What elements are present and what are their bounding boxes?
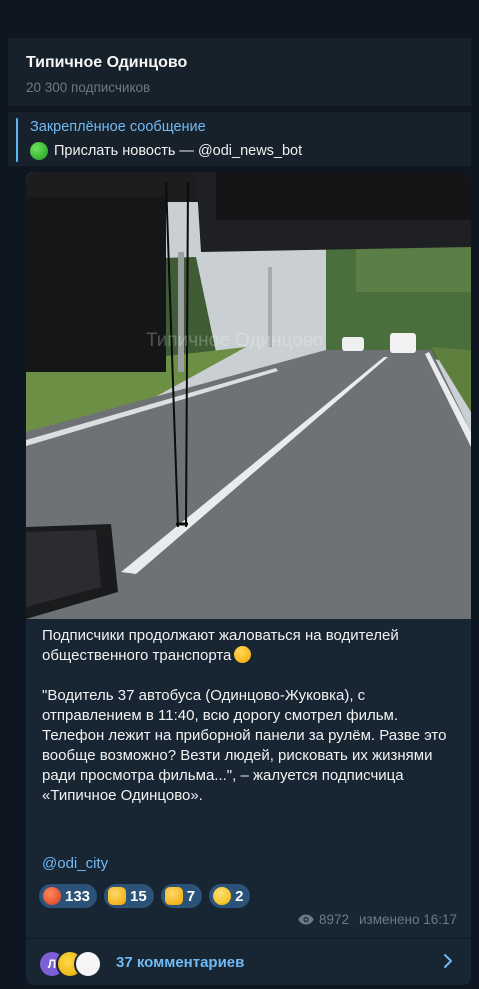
avatar — [74, 950, 102, 978]
post-text: Подписчики продолжают жаловаться на води… — [42, 626, 462, 806]
pinned-indicator-bar — [16, 118, 18, 162]
comments-button[interactable]: Л 37 комментариев — [26, 939, 471, 985]
chevron-right-icon — [444, 954, 452, 968]
bus-windshield-scene — [26, 172, 471, 619]
eye-icon — [298, 914, 314, 925]
raised-eyebrow-face-icon — [234, 646, 252, 663]
channel-header[interactable]: Типичное Одинцово 20 300 подписчиков — [8, 44, 471, 106]
reaction-count: 2 — [235, 887, 244, 905]
post-meta: 8972 изменено 16:17 — [298, 912, 457, 927]
angry-face-icon — [43, 887, 61, 905]
pinned-message[interactable]: Закреплённое сообщение Прислать новость … — [8, 112, 471, 166]
reaction-count: 133 — [65, 887, 91, 905]
pinned-title: Закреплённое сообщение — [30, 119, 206, 135]
reaction-count: 15 — [130, 887, 147, 905]
pinned-text: Прислать новость — @odi_news_bot — [54, 143, 303, 159]
thumbs-up-icon — [108, 887, 127, 905]
green-circle-icon — [30, 142, 48, 160]
reaction-angry[interactable]: 133 — [39, 884, 98, 908]
subscriber-count: 20 300 подписчиков — [26, 80, 151, 95]
reactions-bar: 133 15 7 2 — [39, 884, 251, 908]
pinned-text-row: Прислать новость — @odi_news_bot — [30, 142, 302, 160]
edited-time: изменено 16:17 — [359, 912, 457, 927]
thumbs-down-icon — [164, 887, 183, 905]
view-count: 8972 — [318, 912, 350, 927]
reaction-count: 7 — [186, 887, 196, 905]
channel-link[interactable]: @odi_city — [42, 855, 108, 872]
commenter-avatars: Л — [38, 939, 124, 985]
top-bar — [0, 0, 479, 44]
post-paragraph-2: "Водитель 37 автобуса (Одинцово-Жуковка)… — [42, 687, 447, 804]
channel-post: Типичное Одинцово Подписчики продолжают … — [26, 172, 471, 985]
grinning-face-icon — [213, 887, 232, 905]
reaction-grin[interactable]: 2 — [209, 884, 251, 908]
reaction-thumbs-up[interactable]: 15 — [104, 884, 154, 908]
post-paragraph-1-text: Подписчики продолжают жаловаться на води… — [42, 627, 399, 664]
post-paragraph-1: Подписчики продолжают жаловаться на води… — [42, 626, 462, 666]
video-watermark: Типичное Одинцово — [146, 330, 324, 351]
video-preview[interactable]: Типичное Одинцово — [26, 172, 471, 619]
comments-count: 37 комментариев — [116, 953, 245, 971]
channel-title: Типичное Одинцово — [26, 54, 188, 71]
reaction-thumbs-down[interactable]: 7 — [160, 884, 203, 908]
